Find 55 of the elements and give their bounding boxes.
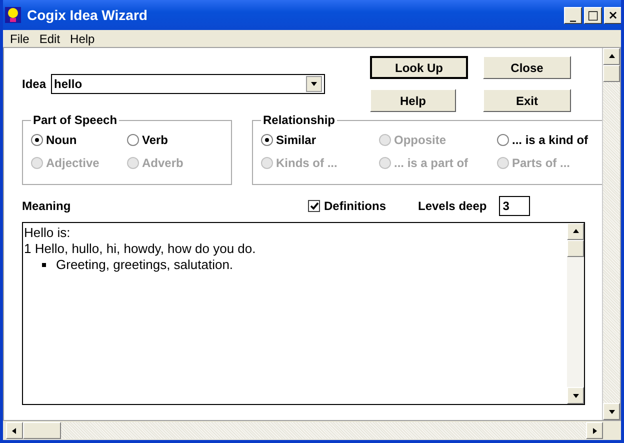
radio-button[interactable] bbox=[497, 134, 509, 146]
scroll-button[interactable] bbox=[603, 403, 620, 420]
radio-label: ... is a part of bbox=[394, 156, 468, 170]
menu-item[interactable]: Help bbox=[70, 32, 95, 46]
scroll-up-arrow-icon bbox=[608, 52, 616, 60]
scroll-thumb[interactable] bbox=[567, 240, 584, 257]
scroll-thumb[interactable] bbox=[603, 65, 620, 82]
scroll-left-arrow-icon bbox=[10, 426, 18, 434]
levels-label: Levels deep bbox=[418, 199, 487, 213]
radio-button[interactable] bbox=[127, 134, 139, 146]
scroll-up-arrow-icon bbox=[572, 228, 580, 236]
text-line: Hello is: bbox=[24, 225, 72, 241]
scroll-down-arrow-icon bbox=[608, 408, 616, 416]
minimize-button[interactable]: _ bbox=[564, 6, 582, 24]
close-button[interactable]: × bbox=[604, 6, 621, 24]
radio-label: Noun bbox=[46, 133, 77, 147]
scroll-button[interactable] bbox=[603, 48, 620, 65]
text-line: Greeting, greetings, salutation. bbox=[56, 257, 234, 273]
text-line: 1 Hello, hullo, hi, howdy, how do you do. bbox=[24, 241, 257, 257]
dialog-button[interactable]: Exit bbox=[483, 89, 571, 112]
radio-label: Adverb bbox=[142, 156, 184, 170]
radio-label: Kinds of ... bbox=[276, 156, 338, 170]
window-title: Cogix Idea Wizard bbox=[27, 7, 148, 23]
radio-button[interactable] bbox=[261, 134, 273, 146]
radio-label: Adjective bbox=[46, 156, 100, 170]
dialog-button[interactable]: Help bbox=[370, 89, 456, 112]
light-bulb-icon bbox=[5, 7, 21, 23]
scroll-down-arrow-icon bbox=[572, 392, 580, 400]
dialog-button[interactable]: Look Up bbox=[370, 56, 468, 79]
radio-label: Verb bbox=[142, 133, 168, 147]
meaning-text-area[interactable]: Hello is: 1 Hello, hullo, hi, howdy, how do you do. Greeting, greetings, salutation. bbox=[22, 222, 585, 405]
scroll-button[interactable] bbox=[586, 422, 603, 439]
definitions-label: Definitions bbox=[324, 199, 386, 213]
levels-field[interactable]: 3 bbox=[498, 196, 530, 216]
radio-label: ... is a kind of bbox=[512, 133, 588, 147]
radio-button[interactable] bbox=[31, 134, 43, 146]
dialog-button[interactable]: Close bbox=[483, 56, 571, 79]
scroll-button[interactable] bbox=[567, 387, 584, 404]
scroll-button[interactable] bbox=[6, 422, 23, 439]
meaning-label: Meaning bbox=[22, 199, 72, 213]
group-title: Relationship bbox=[262, 113, 336, 127]
group-title: Part of Speech bbox=[32, 113, 118, 127]
idea-label: Idea bbox=[22, 77, 46, 91]
maximize-button[interactable]: □ bbox=[584, 6, 602, 24]
radio-label: Parts of ... bbox=[512, 156, 570, 170]
scroll-right-arrow-icon bbox=[590, 426, 598, 434]
radio-label: Opposite bbox=[394, 133, 446, 147]
scroll-button[interactable] bbox=[567, 223, 584, 240]
checkbox[interactable] bbox=[308, 200, 320, 212]
scroll-thumb[interactable] bbox=[23, 422, 61, 439]
radio-label: Similar bbox=[276, 133, 316, 147]
menu-item[interactable]: Edit bbox=[39, 32, 60, 46]
menu-item[interactable]: File bbox=[10, 32, 30, 46]
bullet-icon bbox=[42, 263, 46, 267]
idea-combo-box[interactable]: hello bbox=[51, 74, 326, 94]
